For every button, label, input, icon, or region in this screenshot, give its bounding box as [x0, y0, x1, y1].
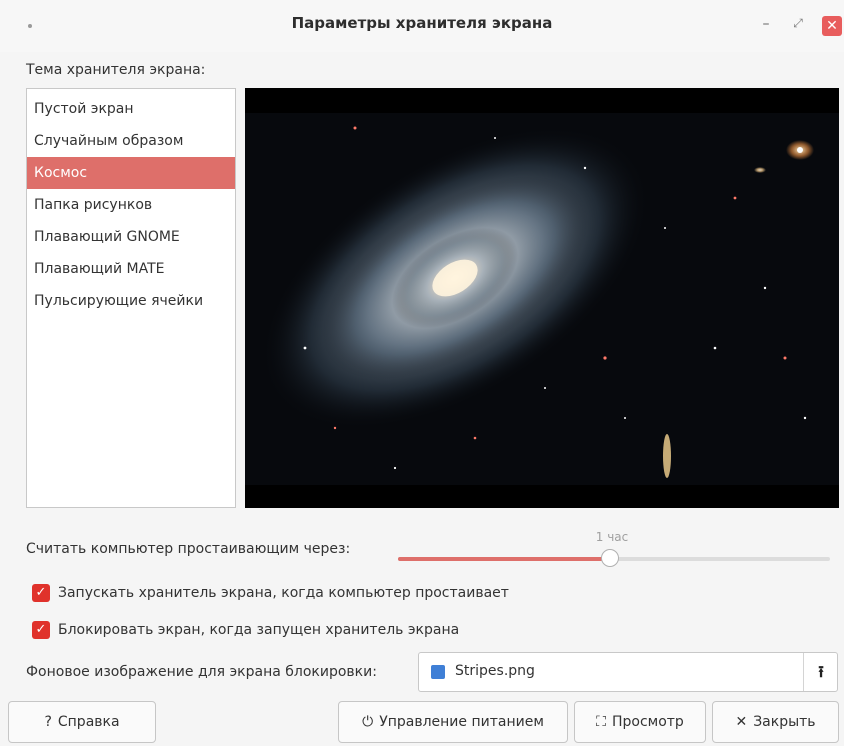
theme-item-floating-mate[interactable]: Плавающий MATE [27, 253, 235, 285]
theme-item-blank[interactable]: Пустой экран [27, 93, 235, 125]
close-window-icon[interactable]: ✕ [822, 16, 842, 36]
lock-background-file-name: Stripes.png [455, 663, 535, 679]
theme-label: Тема хранителя экрана: [26, 62, 206, 78]
lock-checkbox-label: Блокировать экран, когда запущен храните… [58, 622, 460, 638]
title-bar: Параметры хранителя экрана – ⤢ ✕ [0, 0, 844, 52]
idle-delay-slider[interactable] [398, 549, 830, 567]
theme-item-pulsing-cells[interactable]: Пульсирующие ячейки [27, 285, 235, 317]
activate-checkbox-label: Запускать хранитель экрана, когда компью… [58, 585, 509, 601]
help-button-label: Справка [57, 714, 120, 730]
slider-fill [398, 557, 610, 561]
window-title: Параметры хранителя экрана [291, 14, 553, 32]
maximize-icon[interactable]: ⤢ [790, 16, 806, 34]
galaxy-preview-image [245, 88, 839, 508]
idle-delay-label: Считать компьютер простаивающим через: [26, 541, 351, 557]
activate-when-idle-option[interactable]: ✓ Запускать хранитель экрана, когда комп… [32, 583, 509, 603]
preview-button-label: Просмотр [611, 714, 684, 730]
lock-checkbox[interactable]: ✓ [32, 621, 50, 639]
lock-background-file-chooser[interactable]: Stripes.png ⭱ [418, 652, 838, 692]
minimize-icon[interactable]: – [758, 16, 774, 34]
lock-background-label: Фоновое изображение для экрана блокировк… [26, 664, 377, 680]
theme-item-random[interactable]: Случайным образом [27, 125, 235, 157]
power-management-button[interactable]: ⏻ Управление питанием [338, 701, 568, 743]
help-icon: ? [44, 714, 52, 730]
power-icon: ⏻ [362, 714, 374, 730]
close-button-label: Закрыть [753, 714, 816, 730]
theme-item-floating-gnome[interactable]: Плавающий GNOME [27, 221, 235, 253]
image-file-icon [431, 665, 445, 679]
screensaver-preferences-window: Параметры хранителя экрана – ⤢ ✕ Тема хр… [0, 0, 844, 746]
theme-item-cosmos[interactable]: Космос [27, 157, 235, 189]
activate-checkbox[interactable]: ✓ [32, 584, 50, 602]
power-management-button-label: Управление питанием [379, 714, 544, 730]
idle-delay-value: 1 час [595, 530, 629, 544]
theme-item-picture-folder[interactable]: Папка рисунков [27, 189, 235, 221]
help-button[interactable]: ? Справка [8, 701, 156, 743]
screensaver-preview [245, 88, 839, 508]
theme-list[interactable]: Пустой экран Случайным образом Космос Па… [26, 88, 236, 508]
lock-screen-option[interactable]: ✓ Блокировать экран, когда запущен храни… [32, 620, 459, 640]
fullscreen-icon: ⛶ [596, 714, 606, 730]
close-icon: ✕ [735, 714, 748, 730]
upload-icon[interactable]: ⭱ [804, 653, 838, 691]
preview-button[interactable]: ⛶ Просмотр [574, 701, 706, 743]
slider-thumb[interactable] [600, 549, 619, 567]
close-button[interactable]: ✕ Закрыть [712, 701, 839, 743]
